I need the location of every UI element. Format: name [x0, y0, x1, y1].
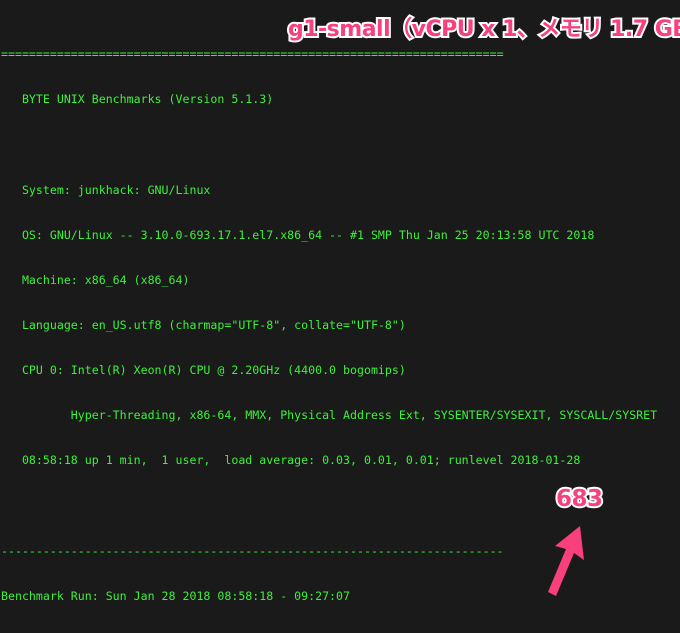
cpu0-flags-line: Hyper-Threading, x86-64, MMX, Physical A…	[1, 408, 658, 423]
cpu0-line: CPU 0: Intel(R) Xeon(R) CPU @ 2.20GHz (4…	[1, 363, 406, 378]
terminal-output: ========================================…	[1, 2, 679, 633]
language-line: Language: en_US.utf8 (charmap="UTF-8", c…	[1, 317, 406, 332]
os-line: OS: GNU/Linux -- 3.10.0-693.17.1.el7.x86…	[1, 227, 595, 242]
rule-equals-top: ========================================…	[1, 47, 504, 62]
benchmark-run-line: Benchmark Run: Sun Jan 28 2018 08:58:18 …	[1, 588, 351, 603]
uptime-line: 08:58:18 up 1 min, 1 user, load average:…	[1, 453, 581, 468]
rule-dashes: ----------------------------------------…	[1, 543, 504, 558]
system-line: System: junkhack: GNU/Linux	[1, 182, 211, 197]
terminal-window[interactable]: ========================================…	[0, 0, 680, 633]
benchmark-title: BYTE UNIX Benchmarks (Version 5.1.3)	[1, 92, 274, 107]
machine-line: Machine: x86_64 (x86_64)	[1, 272, 190, 287]
